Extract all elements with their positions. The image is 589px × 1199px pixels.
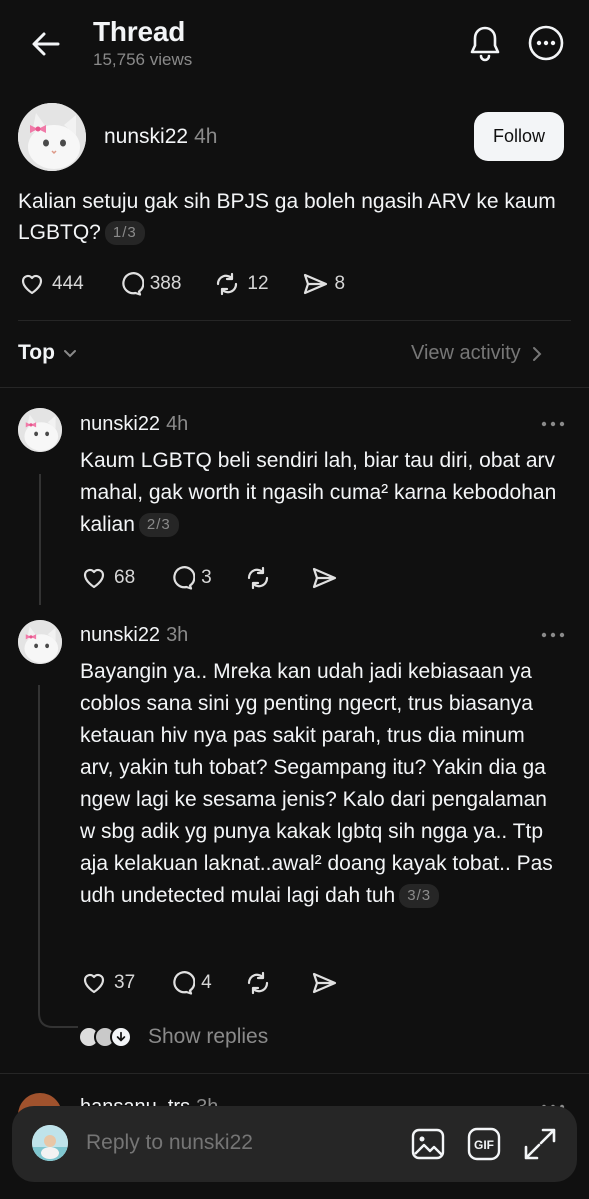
comment-count: 4: [201, 972, 212, 993]
avatar[interactable]: [18, 620, 62, 664]
avatar[interactable]: [18, 103, 86, 171]
repost-icon: [247, 566, 268, 590]
reply-actions: 68 3: [80, 563, 376, 593]
comment-icon: [173, 566, 196, 590]
follow-button[interactable]: Follow: [474, 112, 564, 161]
comment-count: 388: [149, 273, 182, 294]
page-indicator: 1/3: [104, 221, 145, 245]
page-indicator: 2/3: [138, 513, 179, 537]
like-button[interactable]: 37: [80, 969, 135, 997]
reply-body: Bayangin ya.. Mreka kan udah jadi kebias…: [80, 660, 553, 907]
sort-label: Top: [18, 341, 55, 364]
heart-icon: [83, 568, 105, 589]
chevron-down-icon: [63, 350, 76, 358]
like-count: 444: [52, 273, 84, 294]
reply-text: Bayangin ya.. Mreka kan udah jadi kebias…: [80, 656, 560, 912]
repost-count: 12: [247, 273, 269, 294]
divider: [0, 1073, 589, 1074]
avatar[interactable]: [18, 408, 62, 452]
view-activity-label: View activity: [411, 342, 521, 364]
post-body: Kalian setuju gak sih BPJS ga boleh ngas…: [18, 190, 556, 244]
more-options-icon[interactable]: [540, 630, 566, 640]
share-button[interactable]: [310, 969, 344, 997]
send-icon: [303, 273, 327, 295]
divider: [0, 387, 589, 388]
reply-time: 4h: [166, 413, 189, 435]
like-button[interactable]: 444: [18, 270, 84, 298]
reply-composer[interactable]: GIF: [12, 1106, 577, 1182]
username[interactable]: nunski22: [104, 125, 188, 148]
repost-button[interactable]: 12: [213, 270, 269, 298]
like-count: 37: [114, 972, 136, 993]
heart-icon: [21, 274, 43, 295]
heart-icon: [83, 973, 105, 994]
post-text: Kalian setuju gak sih BPJS ga boleh ngas…: [18, 186, 558, 248]
thread-line: [39, 474, 41, 605]
image-icon[interactable]: [410, 1126, 446, 1162]
reply-input[interactable]: [86, 1131, 386, 1155]
gif-icon[interactable]: GIF: [466, 1126, 502, 1162]
sort-dropdown[interactable]: Top: [18, 341, 79, 365]
page-indicator: 3/3: [399, 884, 440, 908]
reply-time: 3h: [166, 624, 189, 646]
more-options-icon[interactable]: [524, 21, 568, 65]
comment-icon: [121, 272, 144, 296]
send-icon: [312, 567, 336, 589]
share-count: 8: [334, 273, 346, 294]
share-button[interactable]: 8: [301, 270, 346, 298]
view-count: 15,756 views: [93, 50, 193, 69]
reply-text: Kaum LGBTQ beli sendiri lah, biar tau di…: [80, 445, 560, 541]
download-icon: [110, 1026, 132, 1048]
expand-icon[interactable]: [522, 1126, 558, 1162]
view-activity-link[interactable]: View activity: [411, 342, 545, 365]
username[interactable]: nunski22: [80, 624, 160, 646]
send-icon: [312, 972, 336, 994]
back-arrow-icon[interactable]: [28, 26, 64, 62]
repost-icon: [217, 272, 238, 296]
avatar: [32, 1125, 68, 1161]
post-actions: 444 388 12 8: [18, 269, 377, 299]
reply-actions: 37 4: [80, 968, 376, 998]
username[interactable]: nunski22: [80, 413, 160, 435]
like-button[interactable]: 68: [80, 564, 135, 592]
comment-count: 3: [201, 567, 212, 588]
repost-icon: [247, 971, 268, 995]
post-time: 4h: [194, 125, 218, 148]
chevron-right-icon: [532, 346, 542, 361]
comment-icon: [173, 971, 196, 995]
comment-button[interactable]: 4: [167, 969, 212, 997]
show-replies-label: Show replies: [148, 1025, 269, 1048]
repost-button[interactable]: [244, 564, 278, 592]
reply-author[interactable]: nunski22 4h: [80, 413, 188, 436]
page-title: Thread: [93, 16, 186, 47]
divider: [18, 320, 571, 321]
thread-line: [38, 685, 78, 1028]
share-button[interactable]: [310, 564, 344, 592]
more-options-icon[interactable]: [540, 419, 566, 429]
comment-button[interactable]: 3: [167, 564, 212, 592]
like-count: 68: [114, 567, 136, 588]
bell-icon[interactable]: [464, 22, 506, 64]
post-author[interactable]: nunski22 4h: [104, 125, 217, 149]
reply-author[interactable]: nunski22 3h: [80, 624, 188, 647]
repost-button[interactable]: [244, 969, 278, 997]
comment-button[interactable]: 388: [116, 270, 182, 298]
show-replies-button[interactable]: Show replies: [78, 1025, 268, 1049]
svg-text:GIF: GIF: [474, 1138, 494, 1152]
